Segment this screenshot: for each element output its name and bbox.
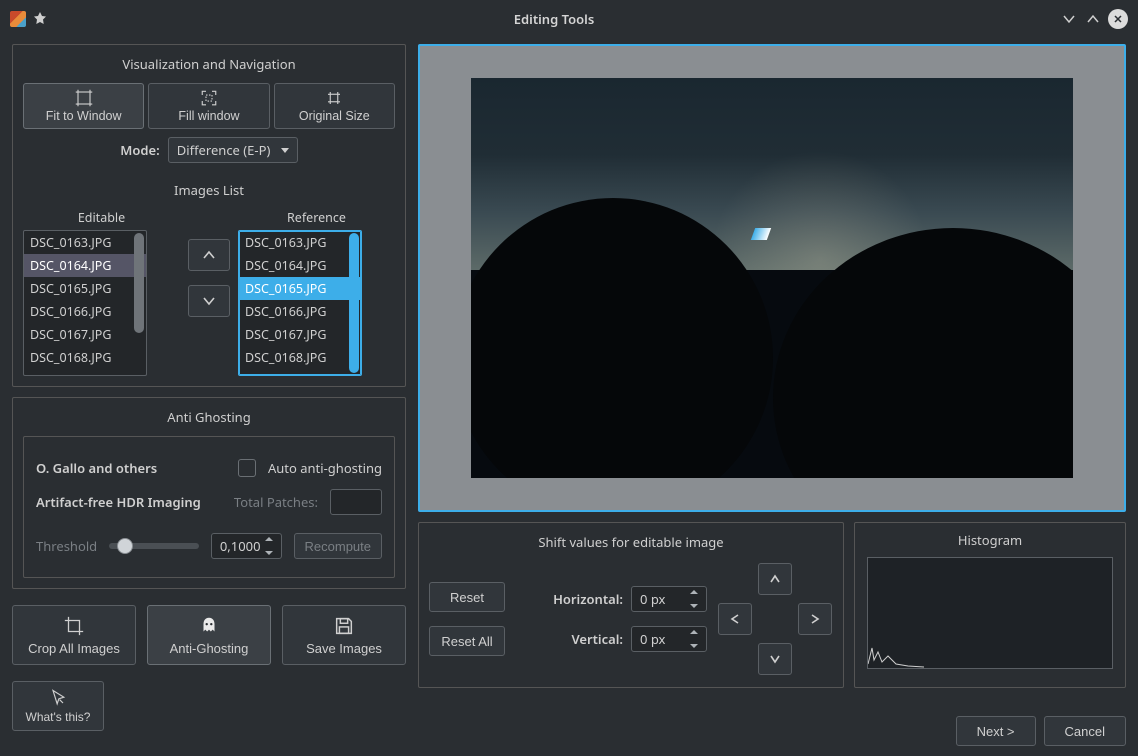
threshold-value: 0,1000 xyxy=(220,537,261,555)
preview-image xyxy=(471,78,1073,478)
move-up-button[interactable] xyxy=(188,239,230,271)
auto-antighost-label: Auto anti-ghosting xyxy=(268,459,382,477)
editable-scrollbar[interactable] xyxy=(134,233,144,373)
original-size-button[interactable]: Original Size xyxy=(274,83,395,129)
whats-this-label: What's this? xyxy=(26,710,91,724)
shift-title: Shift values for editable image xyxy=(429,527,833,561)
pin-icon[interactable] xyxy=(32,11,48,27)
mode-label: Mode: xyxy=(120,141,159,159)
reference-scrollbar[interactable] xyxy=(349,233,359,373)
vertical-label: Vertical: xyxy=(571,630,623,648)
list-item[interactable]: DSC_0167.JPG xyxy=(239,323,361,346)
reset-button[interactable]: Reset xyxy=(429,582,505,612)
histogram-panel: Histogram xyxy=(854,522,1126,688)
list-item[interactable]: DSC_0169.JPG xyxy=(239,369,361,375)
histogram-display xyxy=(867,557,1113,669)
shift-left-button[interactable] xyxy=(718,603,752,635)
window-title: Editing Tools xyxy=(48,10,1060,28)
maximize-icon[interactable] xyxy=(1084,10,1102,28)
threshold-label: Threshold xyxy=(36,537,97,555)
reference-listbox[interactable]: DSC_0163.JPGDSC_0164.JPGDSC_0165.JPGDSC_… xyxy=(238,230,362,376)
mode-value: Difference (E-P) xyxy=(177,141,271,159)
fit-to-window-button[interactable]: Fit to Window xyxy=(23,83,144,129)
preview-area[interactable] xyxy=(418,44,1126,512)
close-icon[interactable]: ✕ xyxy=(1108,9,1128,29)
editable-listbox[interactable]: DSC_0163.JPGDSC_0164.JPGDSC_0165.JPGDSC_… xyxy=(23,230,147,376)
vertical-spin[interactable]: 0 px xyxy=(631,626,707,652)
patches-label: Total Patches: xyxy=(234,493,318,511)
save-images-label: Save Images xyxy=(306,641,382,656)
reference-label: Reference xyxy=(238,209,395,226)
list-item[interactable]: DSC_0166.JPG xyxy=(24,300,146,323)
recompute-button: Recompute xyxy=(294,533,382,559)
list-item[interactable]: DSC_0163.JPG xyxy=(239,231,361,254)
list-item[interactable]: DSC_0164.JPG xyxy=(24,254,146,277)
histogram-title: Histogram xyxy=(865,527,1115,555)
fill-label: Fill window xyxy=(178,109,239,123)
fill-window-button[interactable]: Fill window xyxy=(148,83,269,129)
visualization-panel: Visualization and Navigation Fit to Wind… xyxy=(12,44,406,387)
viz-title: Visualization and Navigation xyxy=(23,49,395,83)
editable-label: Editable xyxy=(23,209,180,226)
cancel-button[interactable]: Cancel xyxy=(1044,716,1126,746)
shift-up-button[interactable] xyxy=(758,563,792,595)
antighost-button[interactable]: Anti-Ghosting xyxy=(147,605,271,665)
list-item[interactable]: DSC_0168.JPG xyxy=(239,346,361,369)
move-down-button[interactable] xyxy=(188,285,230,317)
antighost-panel: Anti Ghosting O. Gallo and others Auto a… xyxy=(12,397,406,589)
list-item[interactable]: DSC_0165.JPG xyxy=(24,277,146,300)
list-item[interactable]: DSC_0165.JPG xyxy=(239,277,361,300)
threshold-slider xyxy=(109,543,199,549)
list-item[interactable]: DSC_0163.JPG xyxy=(24,231,146,254)
auto-antighost-checkbox[interactable] xyxy=(238,459,256,477)
ag-credit: O. Gallo and others xyxy=(36,459,157,477)
fit-label: Fit to Window xyxy=(46,109,122,123)
next-button[interactable]: Next > xyxy=(956,716,1036,746)
vertical-value: 0 px xyxy=(640,630,665,648)
list-item[interactable]: DSC_0164.JPG xyxy=(239,254,361,277)
horizontal-value: 0 px xyxy=(640,590,665,608)
orig-label: Original Size xyxy=(299,109,370,123)
minimize-icon[interactable] xyxy=(1060,10,1078,28)
ag-title: Anti Ghosting xyxy=(23,402,395,436)
patches-field xyxy=(330,489,382,515)
list-item[interactable]: DSC_0168.JPG xyxy=(24,346,146,369)
images-title: Images List xyxy=(23,175,395,209)
app-icon xyxy=(10,11,26,27)
list-item[interactable]: DSC_0169.JPG xyxy=(24,369,146,375)
reset-all-button[interactable]: Reset All xyxy=(429,626,505,656)
antighost-label: Anti-Ghosting xyxy=(170,641,249,656)
list-item[interactable]: DSC_0167.JPG xyxy=(24,323,146,346)
shift-down-button[interactable] xyxy=(758,643,792,675)
list-item[interactable]: DSC_0166.JPG xyxy=(239,300,361,323)
shift-right-button[interactable] xyxy=(798,603,832,635)
save-images-button[interactable]: Save Images xyxy=(282,605,406,665)
crop-all-label: Crop All Images xyxy=(28,641,120,656)
horizontal-label: Horizontal: xyxy=(553,590,623,608)
horizontal-spin[interactable]: 0 px xyxy=(631,586,707,612)
whats-this-button[interactable]: What's this? xyxy=(12,681,104,731)
ag-subtitle: Artifact-free HDR Imaging xyxy=(36,493,201,511)
crop-all-button[interactable]: Crop All Images xyxy=(12,605,136,665)
mode-select[interactable]: Difference (E-P) xyxy=(168,137,298,163)
shift-panel: Shift values for editable image Reset Re… xyxy=(418,522,844,688)
threshold-spin[interactable]: 0,1000 xyxy=(211,533,282,559)
